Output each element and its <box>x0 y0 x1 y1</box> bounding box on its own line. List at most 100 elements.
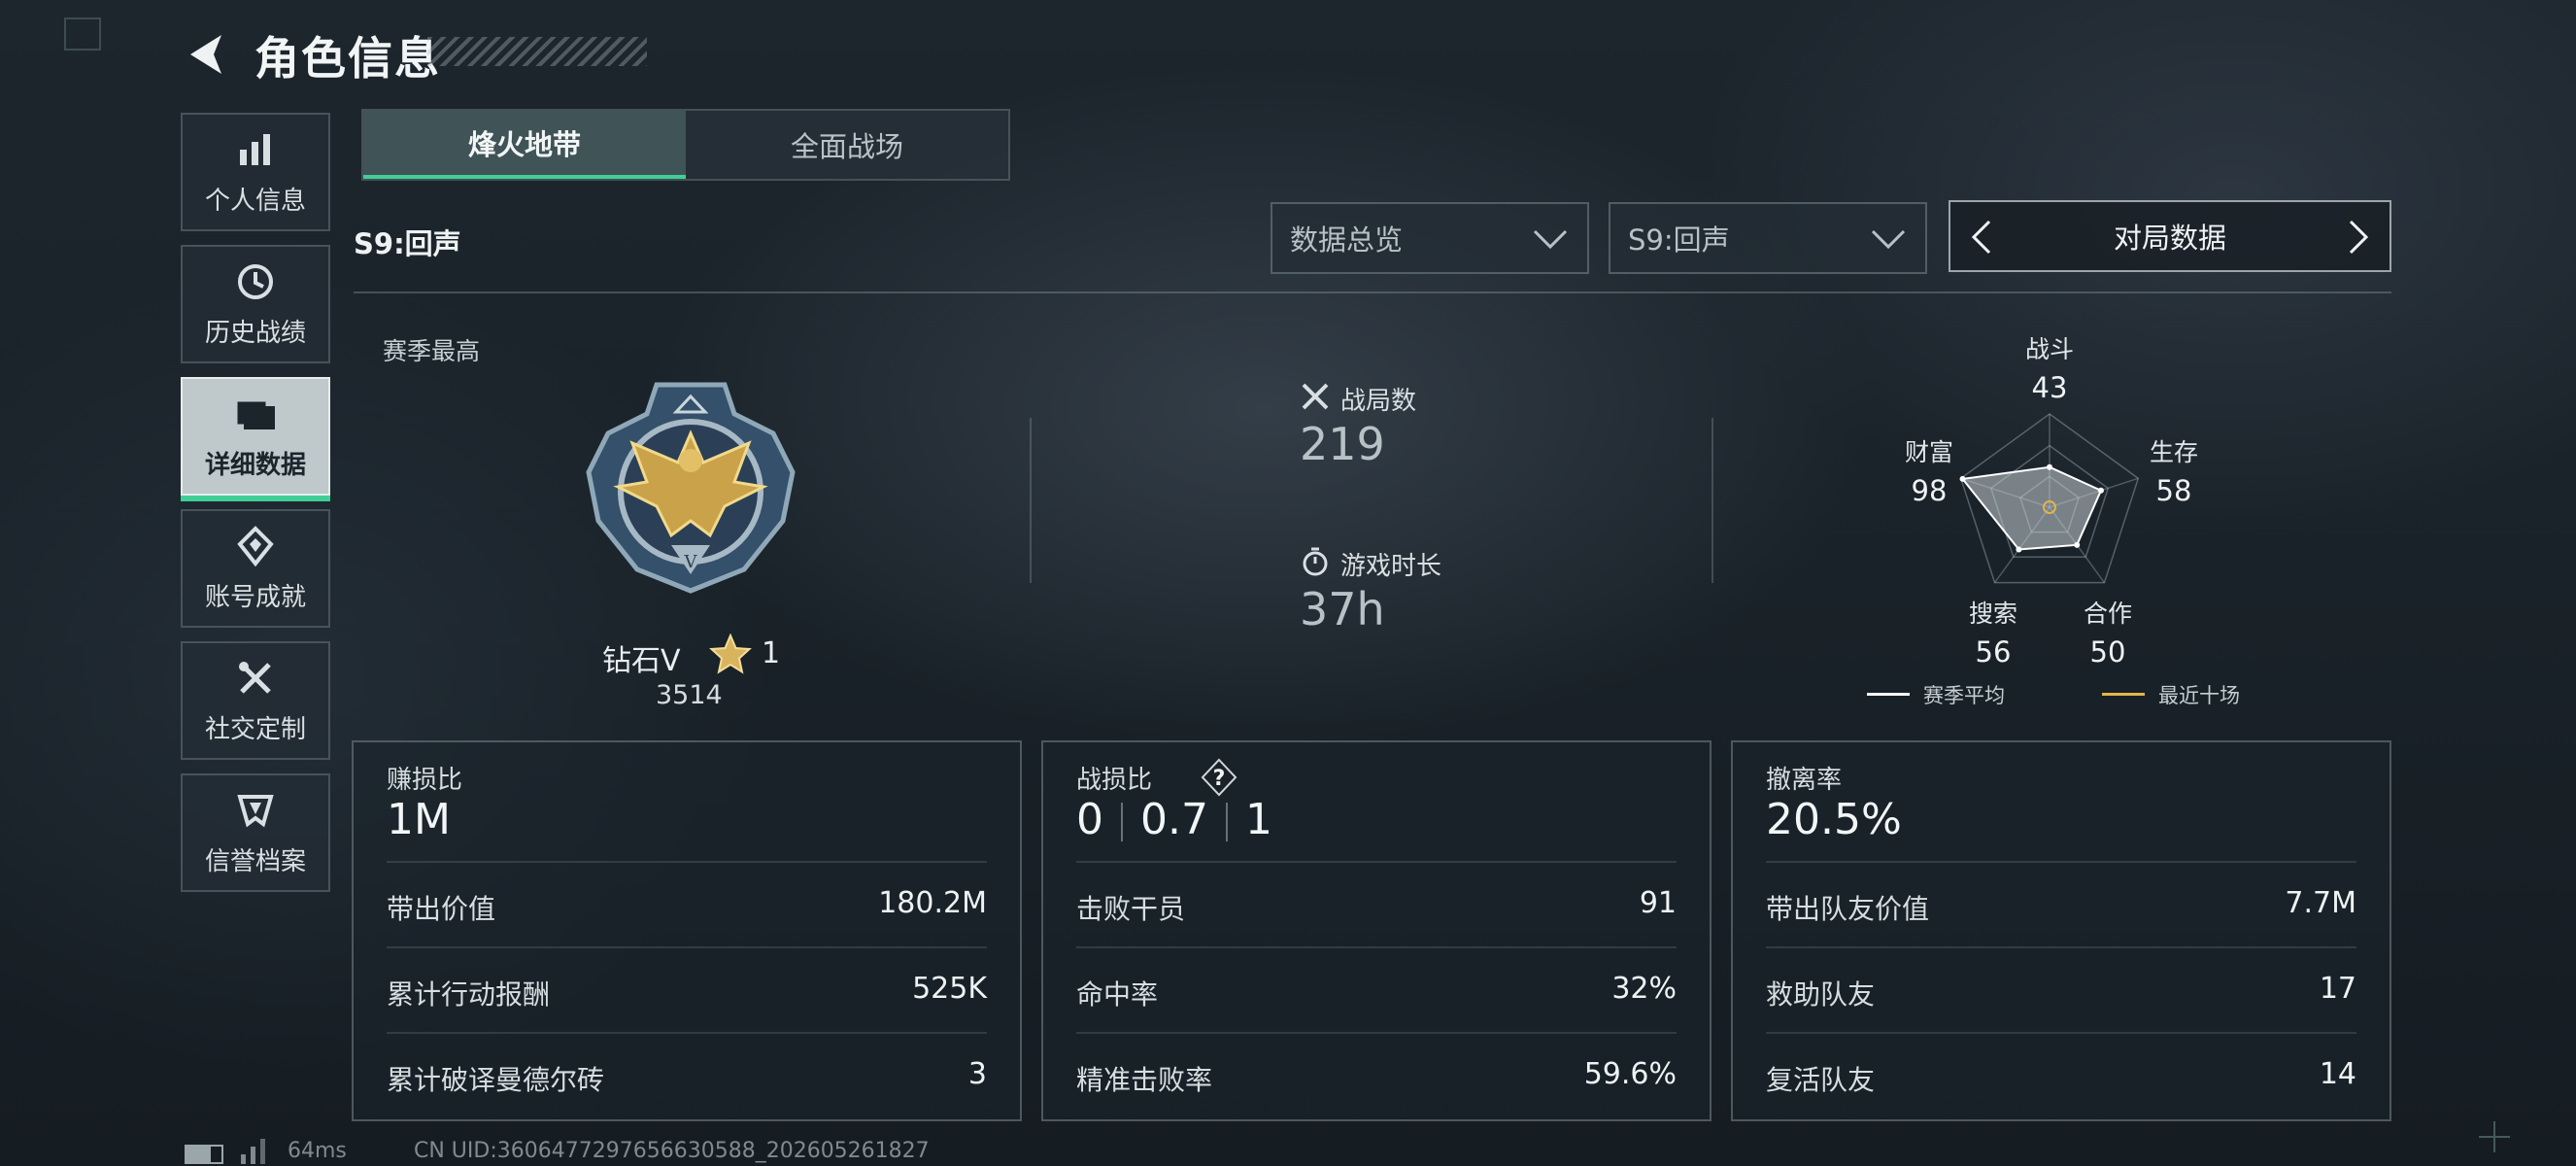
sidebar-item-label: 账号成就 <box>204 582 306 612</box>
rank-badge-emblem: V <box>579 375 802 599</box>
sidebar-item-label: 信誉档案 <box>204 846 306 876</box>
sidebar-item-social[interactable]: 社交定制 <box>181 641 330 760</box>
panel-title: 战损比 <box>1076 766 1153 795</box>
pager-label: 对局数据 <box>2113 222 2226 255</box>
tab-full-battlefield[interactable]: 全面战场 <box>686 111 1008 179</box>
row-value: 180.2M <box>878 886 987 920</box>
sidebar-item-label: 个人信息 <box>204 186 306 216</box>
chevron-right-icon[interactable] <box>2337 218 2376 257</box>
combat-ratio-max: 1 <box>1244 795 1272 844</box>
section-divider <box>354 292 2391 293</box>
radar-point <box>2047 463 2052 470</box>
star-icon <box>709 633 752 674</box>
crossed-swords-icon <box>1300 381 1331 412</box>
table-row: 带出队友价值 7.7M <box>1766 861 2356 946</box>
row-label: 救助队友 <box>1766 978 1876 1011</box>
radar-point <box>2074 541 2081 548</box>
row-value: 7.7M <box>2285 886 2356 920</box>
rank-points: 3514 <box>656 680 723 710</box>
back-arrow-icon[interactable] <box>181 29 231 80</box>
row-value: 3 <box>967 1057 987 1091</box>
row-label: 累计破译曼德尔砖 <box>387 1064 605 1096</box>
match-data-pager: 对局数据 <box>1949 200 2391 272</box>
table-row: 带出价值 180.2M <box>387 861 987 946</box>
help-icon[interactable]: ? <box>1199 758 1239 797</box>
panel-title: 撤离率 <box>1766 766 1843 795</box>
crosshair-icon <box>2479 1121 2510 1152</box>
row-label: 精准击败率 <box>1076 1064 1213 1096</box>
radar-value-combat: 43 <box>2031 371 2068 404</box>
row-label: 带出价值 <box>387 893 496 925</box>
playtime-label: 游戏时长 <box>1340 552 1442 581</box>
radar-season-average-area <box>1960 465 2103 551</box>
profit-ratio-value: 1M <box>387 795 451 844</box>
legend-line-recent <box>2102 693 2145 696</box>
row-value: 91 <box>1639 886 1677 920</box>
stopwatch-icon <box>1300 546 1331 577</box>
history-clock-icon <box>234 260 277 303</box>
radar-label-survival: 生存 <box>2149 438 2198 466</box>
combat-panel: 战损比 ? 0 0.7 1 击败干员 91 命中率 32% 精准击败率 59.6% <box>1041 740 1712 1121</box>
row-label: 命中率 <box>1076 978 1159 1011</box>
title-decoration <box>427 37 647 66</box>
extract-panel: 撤离率 20.5% 带出队友价值 7.7M 救助队友 17 复活队友 14 <box>1731 740 2391 1121</box>
row-value: 59.6% <box>1583 1057 1677 1091</box>
vertical-divider <box>1712 418 1713 583</box>
sidebar-item-profile[interactable]: 个人信息 <box>181 113 330 231</box>
sidebar-item-label: 详细数据 <box>204 450 306 480</box>
radar-chart <box>1959 413 2140 584</box>
extract-rate-value: 20.5% <box>1766 795 1902 844</box>
shield-icon <box>234 789 277 832</box>
radar-label-cooperation: 合作 <box>2083 600 2132 628</box>
table-row: 命中率 32% <box>1076 946 1677 1032</box>
matches-value: 219 <box>1300 418 1385 470</box>
ping-text: 64ms <box>288 1139 347 1163</box>
sidebar-item-detail-data[interactable]: 详细数据 <box>181 377 330 501</box>
combat-ratio: 0 0.7 1 <box>1076 795 1272 844</box>
row-label: 累计行动报酬 <box>387 978 551 1011</box>
playtime-value: 37h <box>1300 583 1385 635</box>
overview-dropdown[interactable]: 数据总览 <box>1271 202 1589 274</box>
sidebar-item-label: 历史战绩 <box>204 318 306 348</box>
radar-label-search: 搜索 <box>1968 600 2017 628</box>
sidebar-item-achievements[interactable]: 账号成就 <box>181 509 330 628</box>
uid-text: CN UID:3606477297656630588_202605261827 <box>414 1139 930 1163</box>
panel-title: 赚损比 <box>387 766 463 795</box>
tab-warzone[interactable]: 烽火地带 <box>363 111 686 179</box>
radar-value-wealth: 98 <box>1911 474 1948 507</box>
corner-frame-mark <box>64 17 101 51</box>
ratio-separator <box>1121 803 1123 841</box>
sidebar-item-label: 社交定制 <box>204 714 306 744</box>
row-value: 17 <box>2319 972 2356 1006</box>
rank-name: 钻石V <box>602 644 681 678</box>
svg-text:V: V <box>684 552 698 572</box>
sidebar-item-reputation[interactable]: 信誉档案 <box>181 773 330 892</box>
mode-tabs: 烽火地带 全面战场 <box>361 109 1010 181</box>
table-row: 累计破译曼德尔砖 3 <box>387 1032 987 1117</box>
combat-ratio-min: 0 <box>1076 795 1103 844</box>
signal-icon <box>241 1139 265 1164</box>
season-best-title: 赛季最高 <box>383 337 481 365</box>
battery-icon <box>185 1145 223 1164</box>
overview-dropdown-value: 数据总览 <box>1290 223 1404 257</box>
achievement-icon <box>234 525 277 567</box>
radar-point <box>2016 546 2022 553</box>
table-row: 精准击败率 59.6% <box>1076 1032 1677 1117</box>
chevron-left-icon[interactable] <box>1964 218 2003 257</box>
season-label: S9:回声 <box>354 227 461 260</box>
profit-panel: 赚损比 1M 带出价值 180.2M 累计行动报酬 525K 累计破译曼德尔砖 … <box>352 740 1022 1121</box>
row-value: 525K <box>912 972 987 1006</box>
sidebar-item-history[interactable]: 历史战绩 <box>181 245 330 363</box>
row-label: 击败干员 <box>1076 893 1186 925</box>
ratio-separator <box>1225 803 1228 841</box>
page-title: 角色信息 <box>254 32 441 85</box>
radar-value-search: 56 <box>1975 635 2012 669</box>
radar-point <box>2097 487 2104 494</box>
row-value: 14 <box>2319 1057 2356 1091</box>
rank-star-count: 1 <box>762 636 781 670</box>
season-dropdown[interactable]: S9:回声 <box>1609 202 1927 274</box>
radar-label-combat: 战斗 <box>2024 335 2074 363</box>
folder-icon <box>234 393 277 435</box>
bar-chart-icon <box>234 128 277 171</box>
row-value: 32% <box>1611 972 1677 1006</box>
